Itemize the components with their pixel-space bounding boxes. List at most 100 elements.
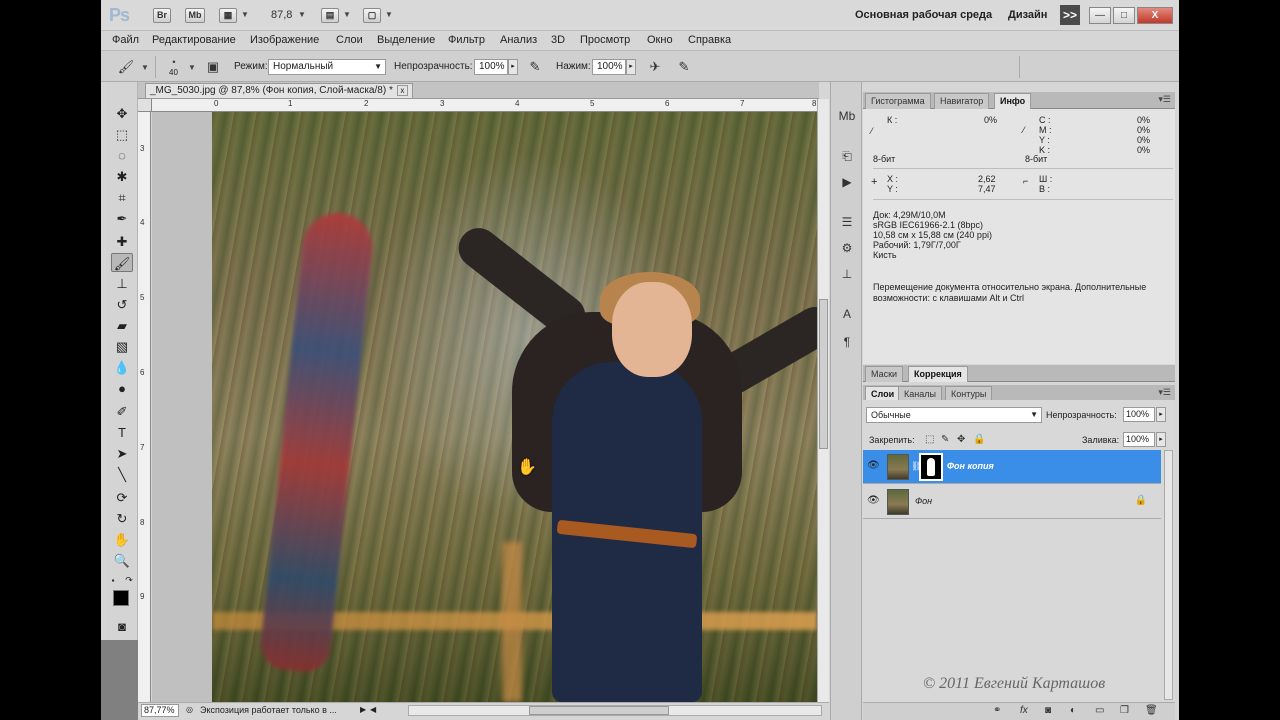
magic-wand-icon[interactable]: ✱	[111, 167, 133, 186]
lasso-tool-icon[interactable]: ◌	[111, 146, 133, 165]
document-tab[interactable]: _MG_5030.jpg @ 87,8% (Фон копия, Слой-ма…	[145, 83, 413, 98]
history-icon[interactable]: ⎗	[836, 146, 858, 166]
default-colors-icon[interactable]: ▪	[108, 571, 118, 590]
menu-3d[interactable]: 3D	[551, 34, 565, 46]
tab-info[interactable]: Инфо	[994, 93, 1032, 109]
lock-all-icon[interactable]: 🔒	[973, 434, 985, 445]
brush-presets-icon[interactable]: ⚙	[836, 238, 858, 258]
pressure-input[interactable]: 100%	[592, 59, 626, 75]
gradient-tool-icon[interactable]: ▧	[111, 337, 133, 356]
mini-bridge-button[interactable]: Mb	[185, 8, 205, 23]
document-info-icon[interactable]: ◎	[186, 705, 193, 714]
panel-menu-icon[interactable]: ▾☰	[1158, 387, 1171, 398]
menu-view[interactable]: Просмотр	[580, 34, 630, 46]
chevron-down-icon[interactable]: ▼	[343, 10, 351, 19]
layer-thumbnail[interactable]	[887, 489, 909, 515]
layer-row[interactable]: 👁 ⛓ Фон копия	[863, 450, 1161, 484]
mode-select[interactable]: Нормальный ▼	[268, 59, 386, 75]
airbrush-icon[interactable]: ✈	[646, 58, 664, 76]
menu-image[interactable]: Изображение	[250, 34, 319, 46]
move-tool-icon[interactable]: ✥	[111, 104, 133, 123]
tab-masks[interactable]: Маски	[865, 366, 904, 382]
marquee-tool-icon[interactable]: ⬚	[111, 125, 133, 144]
line-tool-icon[interactable]: ╲	[111, 465, 133, 484]
view-extras-icon[interactable]: ▦	[219, 8, 237, 23]
tablet-opacity-icon[interactable]: ✎	[526, 58, 544, 76]
brush-tool-icon[interactable]: 🖌	[111, 253, 133, 272]
tab-navigator[interactable]: Навигатор	[934, 93, 990, 109]
lock-pixels-icon[interactable]: ✎	[941, 434, 949, 445]
workspace-design[interactable]: Дизайн	[1008, 9, 1047, 21]
menu-select[interactable]: Выделение	[377, 34, 435, 46]
horizontal-scroll-thumb[interactable]	[529, 706, 669, 715]
chevron-down-icon[interactable]: ▼	[298, 10, 306, 19]
blur-tool-icon[interactable]: 💧	[111, 358, 133, 377]
eyedropper-icon[interactable]: ✒	[111, 209, 133, 228]
workspace-essentials[interactable]: Основная рабочая среда	[855, 9, 992, 21]
layer-thumbnail[interactable]	[887, 454, 909, 480]
close-icon[interactable]: x	[396, 84, 408, 96]
chevron-down-icon[interactable]: ▼	[385, 10, 393, 19]
crop-tool-icon[interactable]: ⌗	[111, 188, 133, 207]
maximize-button[interactable]: □	[1113, 7, 1135, 24]
actions-icon[interactable]: ▶	[836, 172, 858, 192]
vertical-scrollbar[interactable]	[817, 99, 829, 702]
group-icon[interactable]: ▭	[1095, 705, 1104, 716]
menu-analysis[interactable]: Анализ	[500, 34, 537, 46]
vertical-scroll-thumb[interactable]	[819, 299, 828, 449]
visibility-eye-icon[interactable]: 👁	[867, 495, 880, 506]
new-layer-icon[interactable]: ❐	[1120, 705, 1129, 716]
screen-mode-icon[interactable]: ▢	[363, 8, 381, 23]
status-zoom-input[interactable]: 87,77%	[141, 704, 179, 717]
vertical-ruler[interactable]: 3 4 5 6 7 8 9	[138, 112, 151, 702]
menu-edit[interactable]: Редактирование	[152, 34, 236, 46]
fill-input[interactable]: 100%	[1123, 432, 1155, 447]
lock-position-icon[interactable]: ✥	[957, 434, 965, 445]
menu-layer[interactable]: Слои	[336, 34, 363, 46]
brush-panel-icon[interactable]: ▣	[204, 58, 222, 76]
adjustments-icon[interactable]: ☰	[836, 212, 858, 232]
hand-tool-icon[interactable]: ✋	[111, 530, 133, 549]
minimize-button[interactable]: —	[1089, 7, 1111, 24]
dodge-tool-icon[interactable]: ●	[111, 379, 133, 398]
menu-filter[interactable]: Фильтр	[448, 34, 485, 46]
character-icon[interactable]: A	[836, 304, 858, 324]
chevron-down-icon[interactable]: ▼	[241, 10, 249, 19]
swap-colors-icon[interactable]: ↷	[124, 571, 134, 590]
paragraph-icon[interactable]: ¶	[836, 332, 858, 352]
opacity-input[interactable]: 100%	[474, 59, 508, 75]
adjustment-layer-icon[interactable]: ◐	[1070, 705, 1076, 716]
mini-bridge-icon[interactable]: Mb	[836, 106, 858, 126]
layer-opacity-slider-toggle[interactable]: ▸	[1156, 407, 1166, 422]
clone-stamp-icon[interactable]: ⊥	[111, 274, 133, 293]
pressure-slider-toggle[interactable]: ▸	[626, 59, 636, 75]
3d-orbit-icon[interactable]: ↻	[111, 509, 133, 528]
eraser-icon[interactable]: ▰	[111, 316, 133, 335]
chevron-down-icon[interactable]: ▼	[188, 63, 196, 72]
layer-mask-thumbnail[interactable]	[919, 453, 943, 481]
horizontal-scrollbar[interactable]	[408, 705, 822, 716]
brush-tool-preset-icon[interactable]: 🖌	[117, 58, 135, 76]
arrange-documents-icon[interactable]: ▤	[321, 8, 339, 23]
quick-mask-icon[interactable]: ◙	[111, 617, 133, 636]
clone-source-icon[interactable]: ⊥	[836, 264, 858, 284]
lock-transparency-icon[interactable]: ⬚	[925, 434, 934, 445]
visibility-eye-icon[interactable]: 👁	[867, 460, 880, 471]
close-button[interactable]: X	[1137, 7, 1173, 24]
history-brush-icon[interactable]: ↺	[111, 295, 133, 314]
menu-help[interactable]: Справка	[688, 34, 731, 46]
pen-tool-icon[interactable]: ✐	[111, 402, 133, 421]
document-canvas[interactable]: ✋	[212, 112, 817, 702]
layer-name[interactable]: Фон	[915, 496, 932, 506]
status-menu-arrow-icon[interactable]: ▶	[360, 705, 366, 714]
scroll-left-icon[interactable]: ◀	[370, 705, 376, 714]
healing-brush-icon[interactable]: ✚	[111, 232, 133, 251]
bridge-button[interactable]: Br	[153, 8, 171, 23]
layer-style-icon[interactable]: fx	[1020, 705, 1028, 716]
link-layers-icon[interactable]: ⚭	[993, 705, 1001, 716]
layer-opacity-input[interactable]: 100%	[1123, 407, 1155, 422]
tab-histogram[interactable]: Гистограмма	[865, 93, 931, 109]
zoom-tool-icon[interactable]: 🔍	[111, 551, 133, 570]
zoom-level[interactable]: 87,8	[271, 9, 292, 21]
foreground-color-swatch[interactable]	[113, 590, 129, 606]
